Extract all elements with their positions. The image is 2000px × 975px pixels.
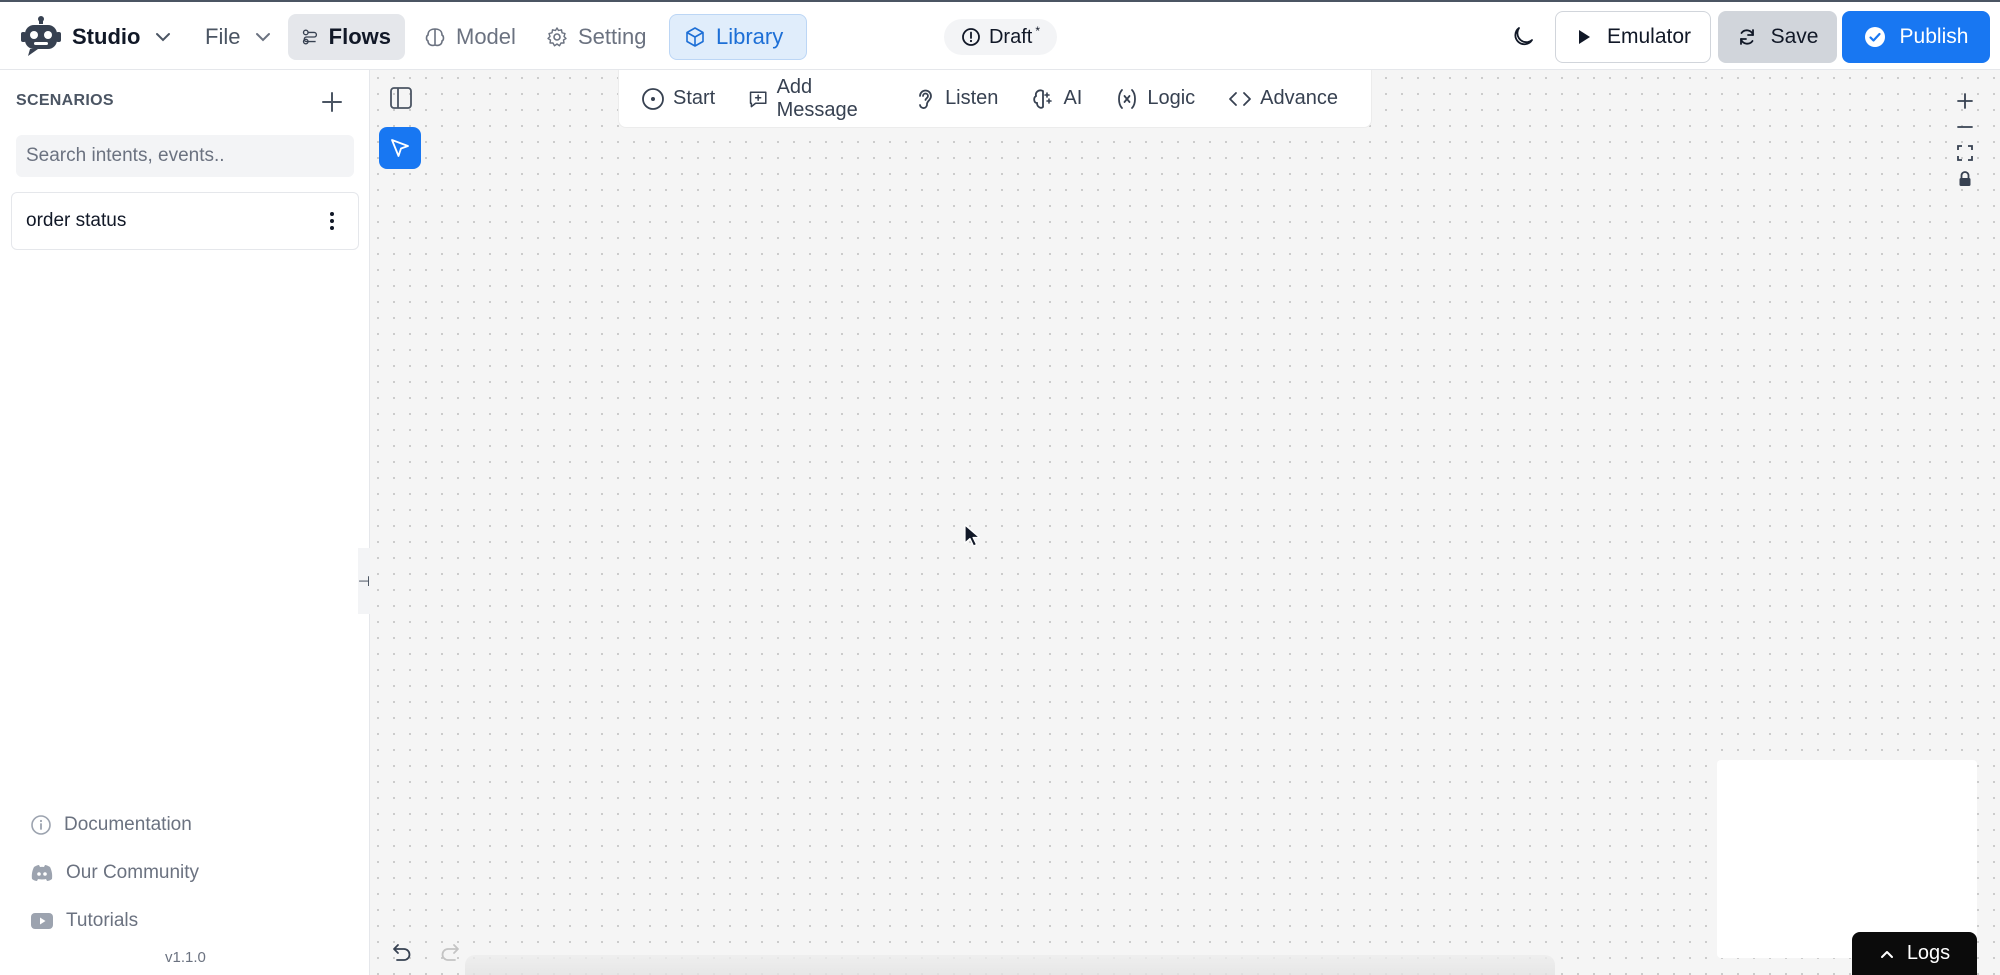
ear-icon: [919, 89, 932, 109]
scenarios-sidebar: SCENARIOS order status ⊣ Documentation O…: [0, 70, 370, 975]
tool-add-message-label: Add Message: [776, 75, 858, 121]
tab-library[interactable]: Library: [669, 14, 807, 60]
documentation-link-label: Documentation: [64, 814, 192, 835]
panel-toggle-icon[interactable]: [387, 84, 415, 112]
draft-status-label: Draft: [988, 25, 1033, 48]
tool-add-message[interactable]: Add Message: [748, 76, 880, 122]
scenario-item-label: order status: [26, 210, 127, 231]
tab-flows-label: Flows: [328, 24, 391, 49]
info-icon: [31, 815, 51, 835]
select-tool-button[interactable]: [379, 127, 421, 169]
minimap[interactable]: [1717, 760, 1977, 958]
variable-icon: [1118, 88, 1137, 109]
youtube-icon: [31, 913, 53, 929]
app-name: Studio: [72, 24, 141, 49]
pointer-arrow-icon: [391, 139, 409, 157]
node-toolbar: Start Add Message Listen AI Logic Advanc…: [618, 70, 1372, 128]
publish-button-label: Publish: [1899, 25, 1969, 48]
mouse-cursor-icon: [964, 524, 981, 547]
documentation-link[interactable]: Documentation: [30, 810, 192, 840]
top-bar: Studio File Flows Model Setting Library …: [0, 0, 2000, 70]
tab-library-label: Library: [716, 24, 784, 49]
sidebar-resize-handle[interactable]: ⊣: [358, 548, 370, 614]
tool-advance[interactable]: Advance: [1228, 87, 1338, 111]
tool-start[interactable]: Start: [641, 87, 715, 111]
unsaved-marker: *: [1035, 24, 1040, 38]
gear-icon: [547, 27, 567, 47]
draft-status-badge[interactable]: Draft *: [944, 19, 1057, 55]
flow-canvas[interactable]: Start Add Message Listen AI Logic Advanc…: [370, 70, 2000, 975]
community-link[interactable]: Our Community: [30, 858, 199, 888]
zoom-out-button[interactable]: [1952, 114, 1978, 140]
refresh-icon: [1739, 29, 1754, 45]
emulator-button-label: Emulator: [1606, 25, 1692, 48]
publish-button[interactable]: Publish: [1842, 11, 1990, 63]
redo-icon[interactable]: [437, 938, 465, 966]
tool-ai[interactable]: AI: [1031, 87, 1082, 111]
tab-model[interactable]: Model: [410, 14, 540, 60]
undo-icon[interactable]: [387, 938, 415, 966]
play-icon: [1578, 30, 1590, 44]
message-plus-icon: [750, 90, 767, 107]
canvas-bottom-bar: [465, 955, 1555, 975]
code-icon: [1229, 91, 1252, 106]
logs-button-label: Logs: [1906, 942, 1951, 964]
fit-view-icon: [1957, 145, 1973, 161]
tab-flows[interactable]: Flows: [288, 14, 405, 60]
add-scenario-plus-icon[interactable]: [318, 88, 346, 116]
tutorials-link[interactable]: Tutorials: [30, 906, 138, 936]
lock-view-button[interactable]: [1952, 166, 1978, 192]
alert-circle-icon: [962, 28, 980, 46]
minus-icon: [1957, 126, 1973, 128]
start-icon: [642, 87, 664, 110]
more-vertical-icon[interactable]: [320, 209, 344, 233]
chevron-down-icon: [156, 33, 171, 42]
file-menu[interactable]: File: [205, 15, 272, 59]
save-button-label: Save: [1770, 25, 1819, 48]
logs-button[interactable]: Logs: [1852, 932, 1977, 975]
robot-logo-icon: [21, 16, 61, 56]
discord-icon: [31, 865, 53, 881]
scenario-item[interactable]: order status: [11, 192, 359, 250]
flows-icon: [302, 29, 318, 45]
lock-icon: [1959, 171, 1971, 186]
emulator-button[interactable]: Emulator: [1555, 11, 1711, 63]
tool-listen[interactable]: Listen: [913, 87, 998, 111]
tool-advance-label: Advance: [1260, 87, 1338, 109]
moon-icon[interactable]: [1508, 22, 1538, 52]
chevron-down-icon: [256, 33, 271, 42]
app-version: v1.1.0: [165, 949, 206, 966]
tab-model-label: Model: [456, 24, 516, 49]
tool-logic[interactable]: Logic: [1115, 87, 1195, 111]
save-button[interactable]: Save: [1718, 11, 1837, 63]
zoom-controls: [1952, 88, 1978, 192]
cube-icon: [686, 27, 704, 47]
fit-view-button[interactable]: [1952, 140, 1978, 166]
sidebar-title: SCENARIOS: [16, 92, 114, 109]
file-menu-label: File: [205, 24, 241, 49]
plus-icon: [1957, 93, 1973, 109]
tool-start-label: Start: [673, 87, 716, 109]
chevron-up-icon: [1880, 950, 1893, 958]
brain-icon: [425, 28, 445, 47]
scenario-search-input[interactable]: [16, 135, 354, 177]
tool-listen-label: Listen: [945, 87, 999, 109]
brand-menu[interactable]: Studio: [20, 15, 172, 59]
ai-brain-icon: [1033, 88, 1053, 109]
tool-ai-label: AI: [1063, 87, 1083, 109]
tool-logic-label: Logic: [1147, 87, 1196, 109]
tab-setting-label: Setting: [578, 24, 647, 49]
tutorials-link-label: Tutorials: [66, 910, 139, 931]
community-link-label: Our Community: [66, 862, 200, 883]
check-circle-icon: [1864, 27, 1885, 47]
zoom-in-button[interactable]: [1952, 88, 1978, 114]
tab-setting[interactable]: Setting: [532, 14, 664, 60]
